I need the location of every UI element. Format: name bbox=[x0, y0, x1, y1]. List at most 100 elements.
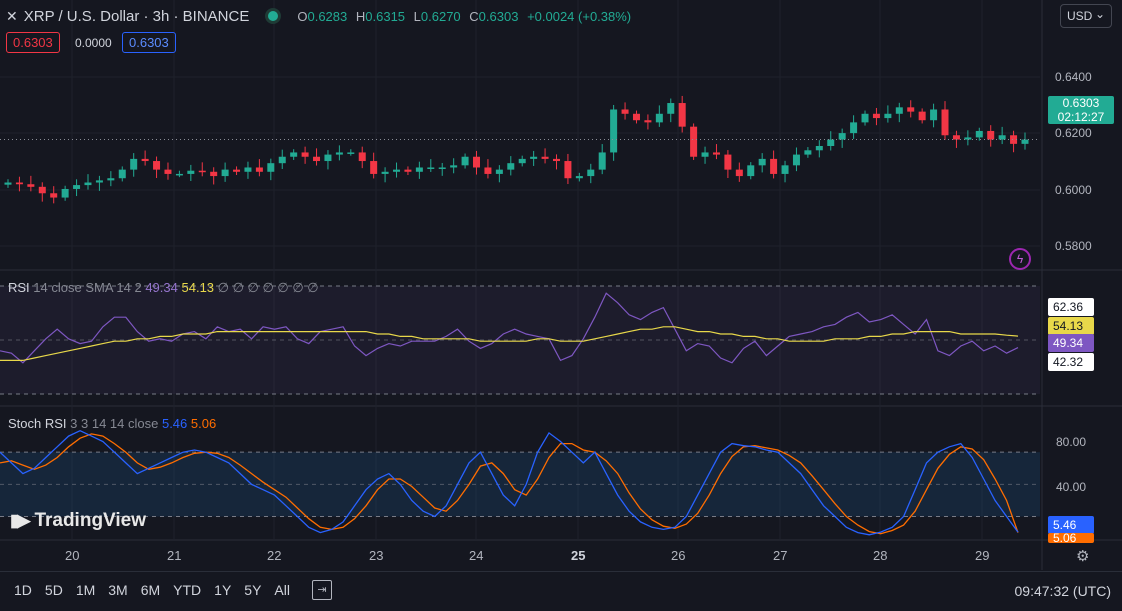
time-axis-label: 25 bbox=[571, 548, 586, 563]
candle-body bbox=[655, 113, 663, 123]
candle-body bbox=[827, 139, 835, 146]
candle-body bbox=[244, 167, 252, 172]
candle-body bbox=[610, 109, 618, 153]
candle-body bbox=[393, 169, 401, 172]
candle-body bbox=[1021, 139, 1029, 144]
candle-body bbox=[998, 135, 1006, 140]
clock-timezone[interactable]: 09:47:32 (UTC) bbox=[1015, 583, 1111, 599]
candle-body bbox=[678, 103, 686, 127]
candle-body bbox=[50, 193, 58, 198]
candle-body bbox=[747, 165, 755, 177]
candle-body bbox=[95, 180, 103, 183]
sell-price-box[interactable]: 0.6303 bbox=[6, 32, 60, 53]
candle-body bbox=[153, 161, 161, 170]
candle-body bbox=[38, 186, 46, 194]
date-range-icon[interactable]: ⇥ bbox=[312, 580, 332, 600]
currency-select[interactable]: USD ⌄ bbox=[1060, 4, 1112, 28]
candle-body bbox=[301, 152, 309, 157]
stoch-rsi-pane bbox=[0, 429, 1040, 536]
candle-body bbox=[358, 152, 366, 162]
rsi-legend[interactable]: RSI 14 close SMA 14 2 49.34 54.13 ∅ ∅ ∅ … bbox=[8, 280, 319, 296]
candle-body bbox=[690, 126, 698, 157]
candle-body bbox=[804, 150, 812, 155]
last-price-tag: 0.6303 02:12:27 bbox=[1048, 96, 1114, 124]
candle-body bbox=[815, 146, 823, 151]
gear-icon[interactable]: ⚙ bbox=[1076, 547, 1089, 565]
rsi-upper-band-tag: 62.36 bbox=[1048, 298, 1094, 316]
rsi-sma-tag: 54.13 bbox=[1048, 317, 1094, 335]
time-axis-label: 21 bbox=[167, 548, 182, 563]
candle-body bbox=[267, 163, 275, 172]
stoch-axis-label: 40.00 bbox=[1056, 480, 1087, 494]
timeframe-button-5y[interactable]: 5Y bbox=[244, 582, 261, 598]
candle-body bbox=[564, 161, 572, 179]
candle-body bbox=[838, 133, 846, 140]
close-icon[interactable]: ✕ bbox=[6, 8, 18, 25]
candle-body bbox=[141, 158, 149, 162]
candle-body bbox=[255, 167, 263, 172]
timeframe-buttons: 1D 5D 1M 3M 6M YTD 1Y 5Y All bbox=[14, 582, 303, 598]
candle-body bbox=[27, 184, 35, 187]
candle-body bbox=[895, 107, 903, 114]
candle-body bbox=[164, 169, 172, 174]
symbol-title[interactable]: XRP / U.S. Dollar · 3h · BINANCE bbox=[24, 8, 250, 25]
candle-body bbox=[552, 158, 560, 162]
timeframe-button-5d[interactable]: 5D bbox=[45, 582, 63, 598]
candle-body bbox=[198, 170, 206, 173]
candle-body bbox=[73, 185, 81, 189]
timeframe-button-6m[interactable]: 6M bbox=[141, 582, 160, 598]
bar-countdown: 02:12:27 bbox=[1057, 110, 1105, 124]
candle-body bbox=[941, 109, 949, 136]
price-axis-label: 0.6400 bbox=[1055, 70, 1092, 84]
candle-body bbox=[907, 107, 915, 112]
rsi-pane bbox=[0, 285, 1040, 395]
candle-body bbox=[324, 154, 332, 162]
candle-body bbox=[84, 182, 92, 186]
buy-price-box[interactable]: 0.6303 bbox=[122, 32, 176, 53]
timeframe-button-all[interactable]: All bbox=[274, 582, 290, 598]
timeframe-button-3m[interactable]: 3M bbox=[108, 582, 127, 598]
candle-body bbox=[781, 165, 789, 174]
candle-body bbox=[667, 103, 675, 114]
bottom-toolbar: 1D 5D 1M 3M 6M YTD 1Y 5Y All ⇥ 09:47:32 (UTC) bbox=[0, 571, 1122, 611]
chart-canvas[interactable] bbox=[0, 0, 1122, 610]
candle-body bbox=[381, 171, 389, 174]
candle-body bbox=[427, 167, 435, 169]
time-axis-label: 22 bbox=[267, 548, 282, 563]
candle-body bbox=[461, 156, 469, 166]
timeframe-button-1y[interactable]: 1Y bbox=[214, 582, 231, 598]
candlestick-series bbox=[0, 95, 1040, 204]
timeframe-button-ytd[interactable]: YTD bbox=[173, 582, 201, 598]
price-change: +0.0024 (+0.38%) bbox=[527, 8, 632, 24]
candle-body bbox=[530, 156, 538, 159]
stoch-axis-label: 80.00 bbox=[1056, 435, 1087, 449]
candle-body bbox=[278, 156, 286, 164]
candle-body bbox=[735, 169, 743, 177]
candle-body bbox=[335, 152, 343, 155]
candle-body bbox=[964, 137, 972, 140]
candle-body bbox=[61, 188, 69, 198]
stoch-rsi-legend[interactable]: Stoch RSI 3 3 14 14 close 5.46 5.06 bbox=[8, 416, 216, 431]
lightning-icon[interactable]: ϟ bbox=[1009, 248, 1031, 270]
candle-body bbox=[575, 176, 583, 179]
candle-body bbox=[484, 167, 492, 174]
candle-body bbox=[495, 169, 503, 174]
candle-body bbox=[541, 156, 549, 159]
candle-body bbox=[233, 169, 241, 172]
candle-body bbox=[347, 152, 355, 154]
candle-body bbox=[450, 165, 458, 168]
candle-body bbox=[415, 167, 423, 172]
price-axis-label: 0.5800 bbox=[1055, 239, 1092, 253]
rsi-lower-band-tag: 42.32 bbox=[1048, 353, 1094, 371]
chart-header: ✕ XRP / U.S. Dollar · 3h · BINANCE O0.62… bbox=[6, 4, 636, 28]
timeframe-button-1m[interactable]: 1M bbox=[76, 582, 95, 598]
candle-body bbox=[770, 158, 778, 174]
rsi-value-tag: 49.34 bbox=[1048, 334, 1094, 352]
candle-body bbox=[118, 169, 126, 179]
timeframe-button-1d[interactable]: 1D bbox=[14, 582, 32, 598]
candle-body bbox=[918, 111, 926, 121]
tradingview-logo[interactable]: ▮▶ TradingView bbox=[10, 510, 146, 532]
candle-body bbox=[850, 122, 858, 134]
candle-body bbox=[930, 109, 938, 121]
candle-body bbox=[507, 163, 515, 170]
